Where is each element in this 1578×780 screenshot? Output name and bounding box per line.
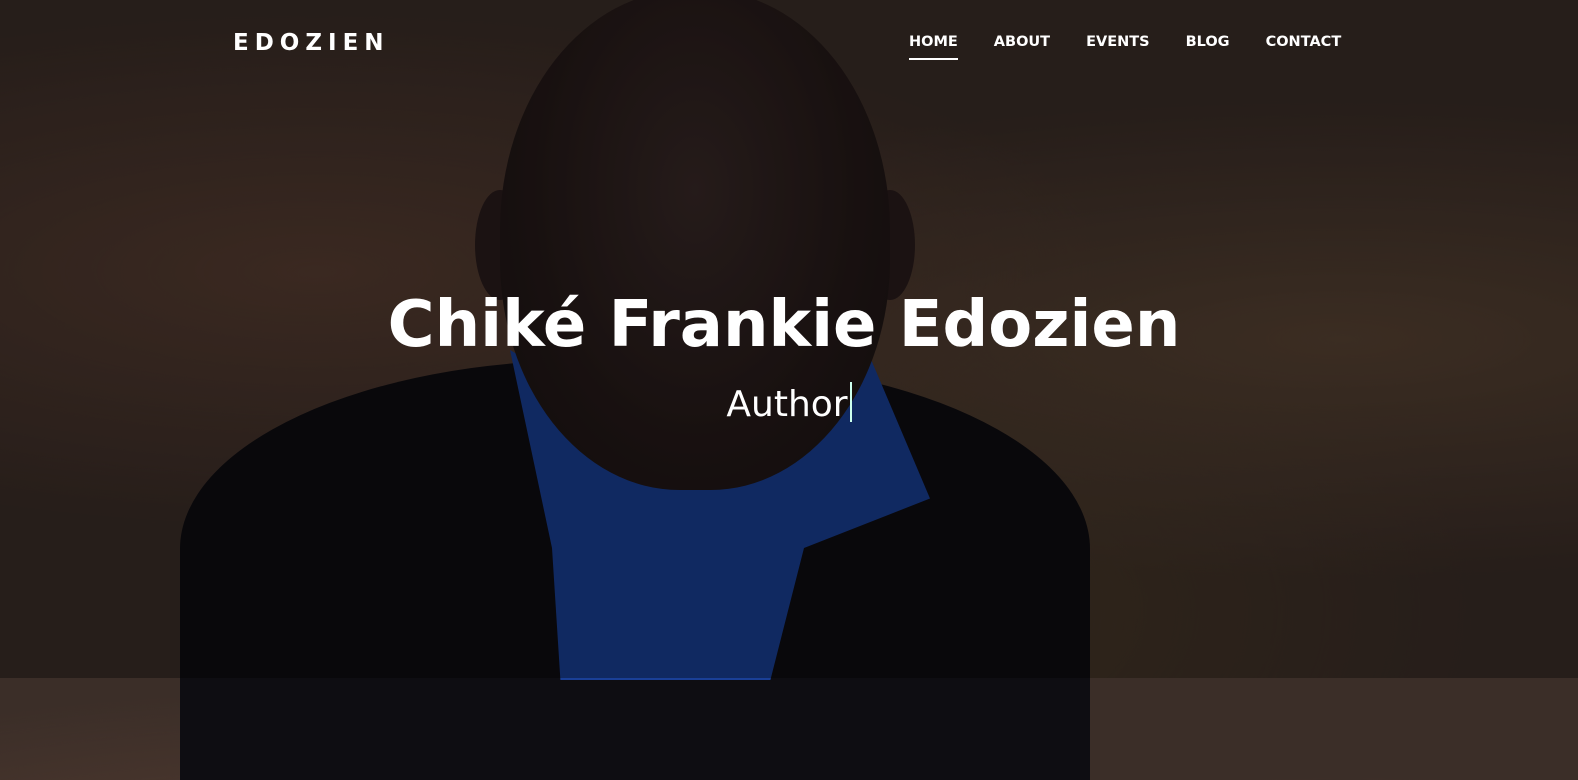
nav-events[interactable]: EVENTS [1086, 34, 1150, 60]
nav-contact[interactable]: CONTACT [1266, 34, 1342, 60]
typing-cursor [849, 382, 852, 422]
hero-subtitle: Author [726, 384, 848, 425]
nav-menu: HOME ABOUT EVENTS BLOG CONTACT [909, 34, 1341, 60]
hero-title: Chiké Frankie Edozien [387, 288, 1181, 362]
hero: Chiké Frankie Edozien Author [0, 288, 1578, 425]
nav-about[interactable]: ABOUT [994, 34, 1050, 60]
nav-home[interactable]: HOME [909, 34, 958, 60]
nav-blog[interactable]: BLOG [1186, 34, 1230, 60]
navbar: EDOZIEN HOME ABOUT EVENTS BLOG CONTACT [0, 0, 1578, 80]
hero-subtitle-wrap: Author [0, 382, 1578, 425]
site-logo[interactable]: EDOZIEN [233, 30, 390, 56]
